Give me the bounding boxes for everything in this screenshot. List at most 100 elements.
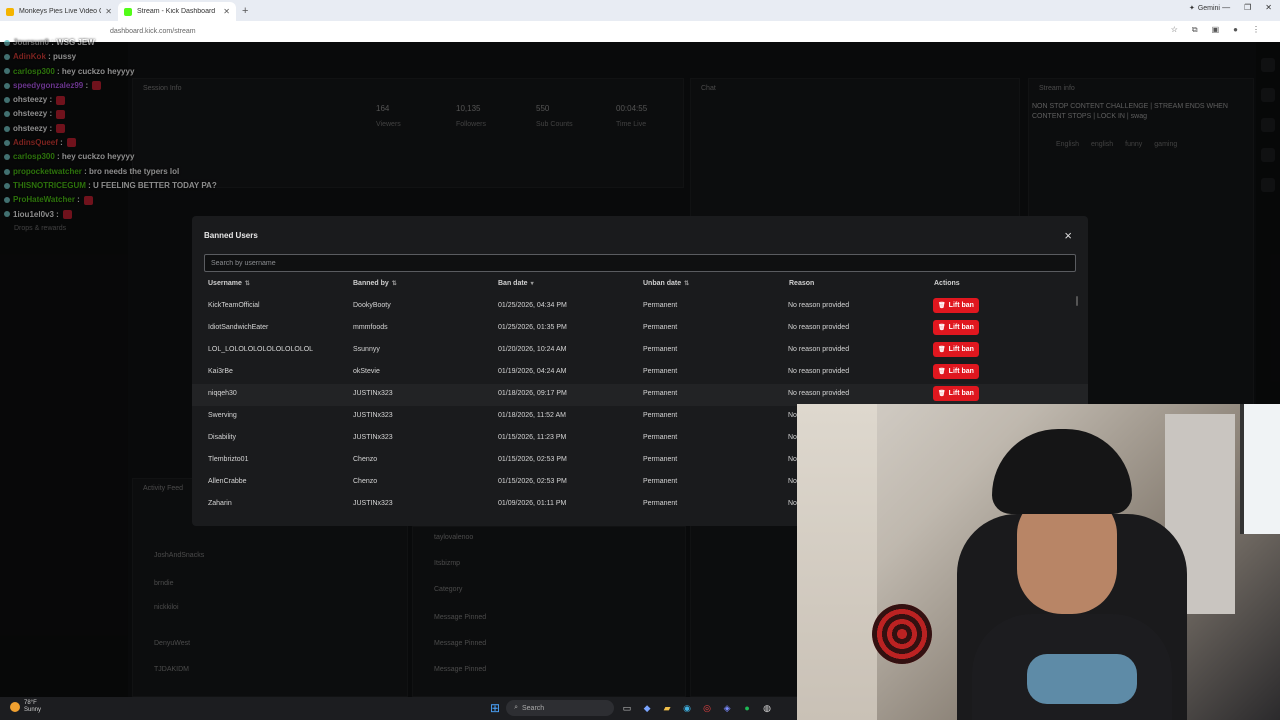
webcam-target	[872, 604, 932, 664]
windows-taskbar: 78°F Sunny ⊞ ⌕ Search ▭ ◆ ▰ ◉ ◎ ◈ ● ◍	[0, 697, 797, 720]
sort-icon[interactable]: ⇅	[392, 281, 397, 287]
close-window-icon[interactable]: ✕	[1265, 3, 1272, 12]
col-reason: Reason	[789, 280, 815, 287]
chrome-icon[interactable]: ◎	[700, 701, 714, 715]
modal-title: Banned Users	[204, 231, 258, 240]
cell-ban-date: 01/15/2026, 11:23 PM	[498, 434, 567, 441]
table-row: LOL_LOLOLOLOLOLOLOLOLOL Ssunnyy 01/20/2026…	[192, 340, 1088, 362]
close-tab-icon[interactable]: ✕	[105, 7, 112, 16]
lift-ban-button[interactable]: 🗑 Lift ban	[933, 320, 979, 335]
spotify-icon[interactable]: ●	[740, 701, 754, 715]
new-tab-button[interactable]: +	[242, 5, 248, 17]
cell-username: Zaharin	[208, 500, 232, 507]
sort-icon[interactable]: ⇅	[684, 281, 689, 287]
browser-tab[interactable]: Monkeys Pies Live Video Chat › ✕	[0, 2, 118, 21]
profile-avatar-icon[interactable]: ●	[1233, 25, 1238, 35]
minimize-icon[interactable]: —	[1222, 3, 1230, 12]
cell-banned-by: Chenzo	[353, 478, 378, 485]
trash-icon: 🗑	[938, 347, 946, 353]
trash-icon: 🗑	[938, 369, 946, 375]
tab-favicon-icon	[124, 7, 132, 16]
task-view-icon[interactable]: ▭	[620, 701, 634, 715]
tab-favicon-icon	[6, 7, 14, 16]
windows-start-icon[interactable]: ⊞	[490, 701, 500, 715]
trash-icon: 🗑	[938, 325, 946, 331]
lift-ban-button[interactable]: 🗑 Lift ban	[933, 342, 979, 357]
close-icon[interactable]: ×	[1064, 228, 1072, 243]
browser-tab-active[interactable]: Stream - Kick Dashboard ✕	[118, 2, 236, 21]
weather-desc: Sunny	[24, 707, 42, 713]
webcam-shirt-graphic	[1027, 654, 1137, 704]
copilot-icon[interactable]: ◆	[640, 701, 654, 715]
cell-ban-date: 01/15/2026, 02:53 PM	[498, 456, 567, 463]
cell-reason: No reason provided	[788, 346, 850, 353]
gemini-button[interactable]: ✦ Gemini	[1188, 4, 1220, 13]
cell-ban-date: 01/25/2026, 04:34 PM	[498, 302, 567, 309]
cell-ban-date: 01/20/2026, 10:24 AM	[498, 346, 567, 353]
taskbar-search-label: Search	[521, 704, 545, 712]
cell-username: Disability	[208, 434, 237, 441]
cell-unban-date: Permanent	[643, 478, 678, 485]
col-username[interactable]: Username ⇅	[208, 280, 250, 287]
cell-banned-by: JUSTINx323	[353, 500, 393, 507]
col-unban-date[interactable]: Unban date ⇅	[643, 280, 689, 287]
browser-tab-bar: Monkeys Pies Live Video Chat › ✕ Stream …	[0, 0, 1280, 21]
cell-banned-by: okStevie	[353, 368, 380, 375]
lift-ban-label: Lift ban	[948, 346, 974, 353]
cell-unban-date: Permanent	[643, 412, 678, 419]
cell-reason: No reason provided	[788, 302, 850, 309]
cell-reason: No	[788, 412, 797, 419]
maximize-icon[interactable]: ❐	[1244, 3, 1251, 12]
menu-kebab-icon[interactable]: ⋮	[1252, 25, 1260, 35]
cell-username: Swerving	[208, 412, 237, 419]
tab-title: Monkeys Pies Live Video Chat ›	[19, 8, 101, 15]
table-header: Username ⇅ Banned by ⇅ Ban date ▾ Unban dat…	[204, 280, 1076, 292]
cell-ban-date: 01/18/2026, 11:52 AM	[498, 412, 566, 419]
tab-title: Stream - Kick Dashboard	[137, 8, 216, 15]
webcam-person-cap	[992, 429, 1132, 514]
toolbar-icons: ☆ ⧉ ▣ ● ⋮	[1171, 25, 1260, 35]
cell-reason: No reason provided	[788, 368, 850, 375]
lift-ban-button[interactable]: 🗑 Lift ban	[933, 386, 979, 401]
sort-icon[interactable]: ⇅	[245, 281, 250, 287]
webcam-feed	[797, 404, 1280, 720]
cell-reason: No	[788, 456, 797, 463]
lift-ban-button[interactable]: 🗑 Lift ban	[933, 364, 979, 379]
table-scrollbar[interactable]	[1076, 296, 1078, 306]
cell-unban-date: Permanent	[643, 302, 678, 309]
col-ban-date[interactable]: Ban date ▾	[498, 280, 534, 287]
cell-unban-date: Permanent	[643, 368, 678, 375]
gemini-icon: ✦	[1188, 5, 1195, 12]
lift-ban-label: Lift ban	[948, 324, 974, 331]
cell-banned-by: JUSTINx323	[353, 390, 393, 397]
discord-icon[interactable]: ◈	[720, 701, 734, 715]
sidepanel-icon[interactable]: ▣	[1212, 25, 1220, 35]
cell-unban-date: Permanent	[643, 390, 678, 397]
cell-unban-date: Permanent	[643, 500, 678, 507]
cell-ban-date: 01/18/2026, 09:17 PM	[498, 390, 567, 397]
cell-unban-date: Permanent	[643, 456, 678, 463]
cell-unban-date: Permanent	[643, 346, 678, 353]
lift-ban-button[interactable]: 🗑 Lift ban	[933, 298, 979, 313]
cell-unban-date: Permanent	[643, 324, 678, 331]
extensions-icon[interactable]: ⧉	[1192, 25, 1198, 35]
cell-reason: No	[788, 434, 797, 441]
table-row: Kai3rBe okStevie 01/19/2026, 04:24 AM Perma…	[192, 362, 1088, 384]
sort-desc-icon[interactable]: ▾	[531, 281, 534, 287]
cell-ban-date: 01/09/2026, 01:11 PM	[498, 500, 567, 507]
col-banned-by[interactable]: Banned by ⇅	[353, 280, 397, 287]
cell-ban-date: 01/25/2026, 01:35 PM	[498, 324, 567, 331]
file-explorer-icon[interactable]: ▰	[660, 701, 674, 715]
search-input[interactable]	[204, 254, 1076, 272]
col-actions: Actions	[934, 280, 960, 287]
weather-widget[interactable]: 78°F Sunny	[10, 700, 41, 714]
cell-reason: No	[788, 478, 797, 485]
obs-icon[interactable]: ◍	[760, 701, 774, 715]
edge-icon[interactable]: ◉	[680, 701, 694, 715]
close-tab-icon[interactable]: ✕	[223, 7, 230, 16]
bookmark-star-icon[interactable]: ☆	[1171, 25, 1178, 35]
cell-banned-by: JUSTINx323	[353, 434, 393, 441]
taskbar-search[interactable]: ⌕ Search	[506, 700, 615, 716]
weather-temp: 78°F	[24, 700, 37, 706]
cell-username: Kai3rBe	[208, 368, 233, 375]
